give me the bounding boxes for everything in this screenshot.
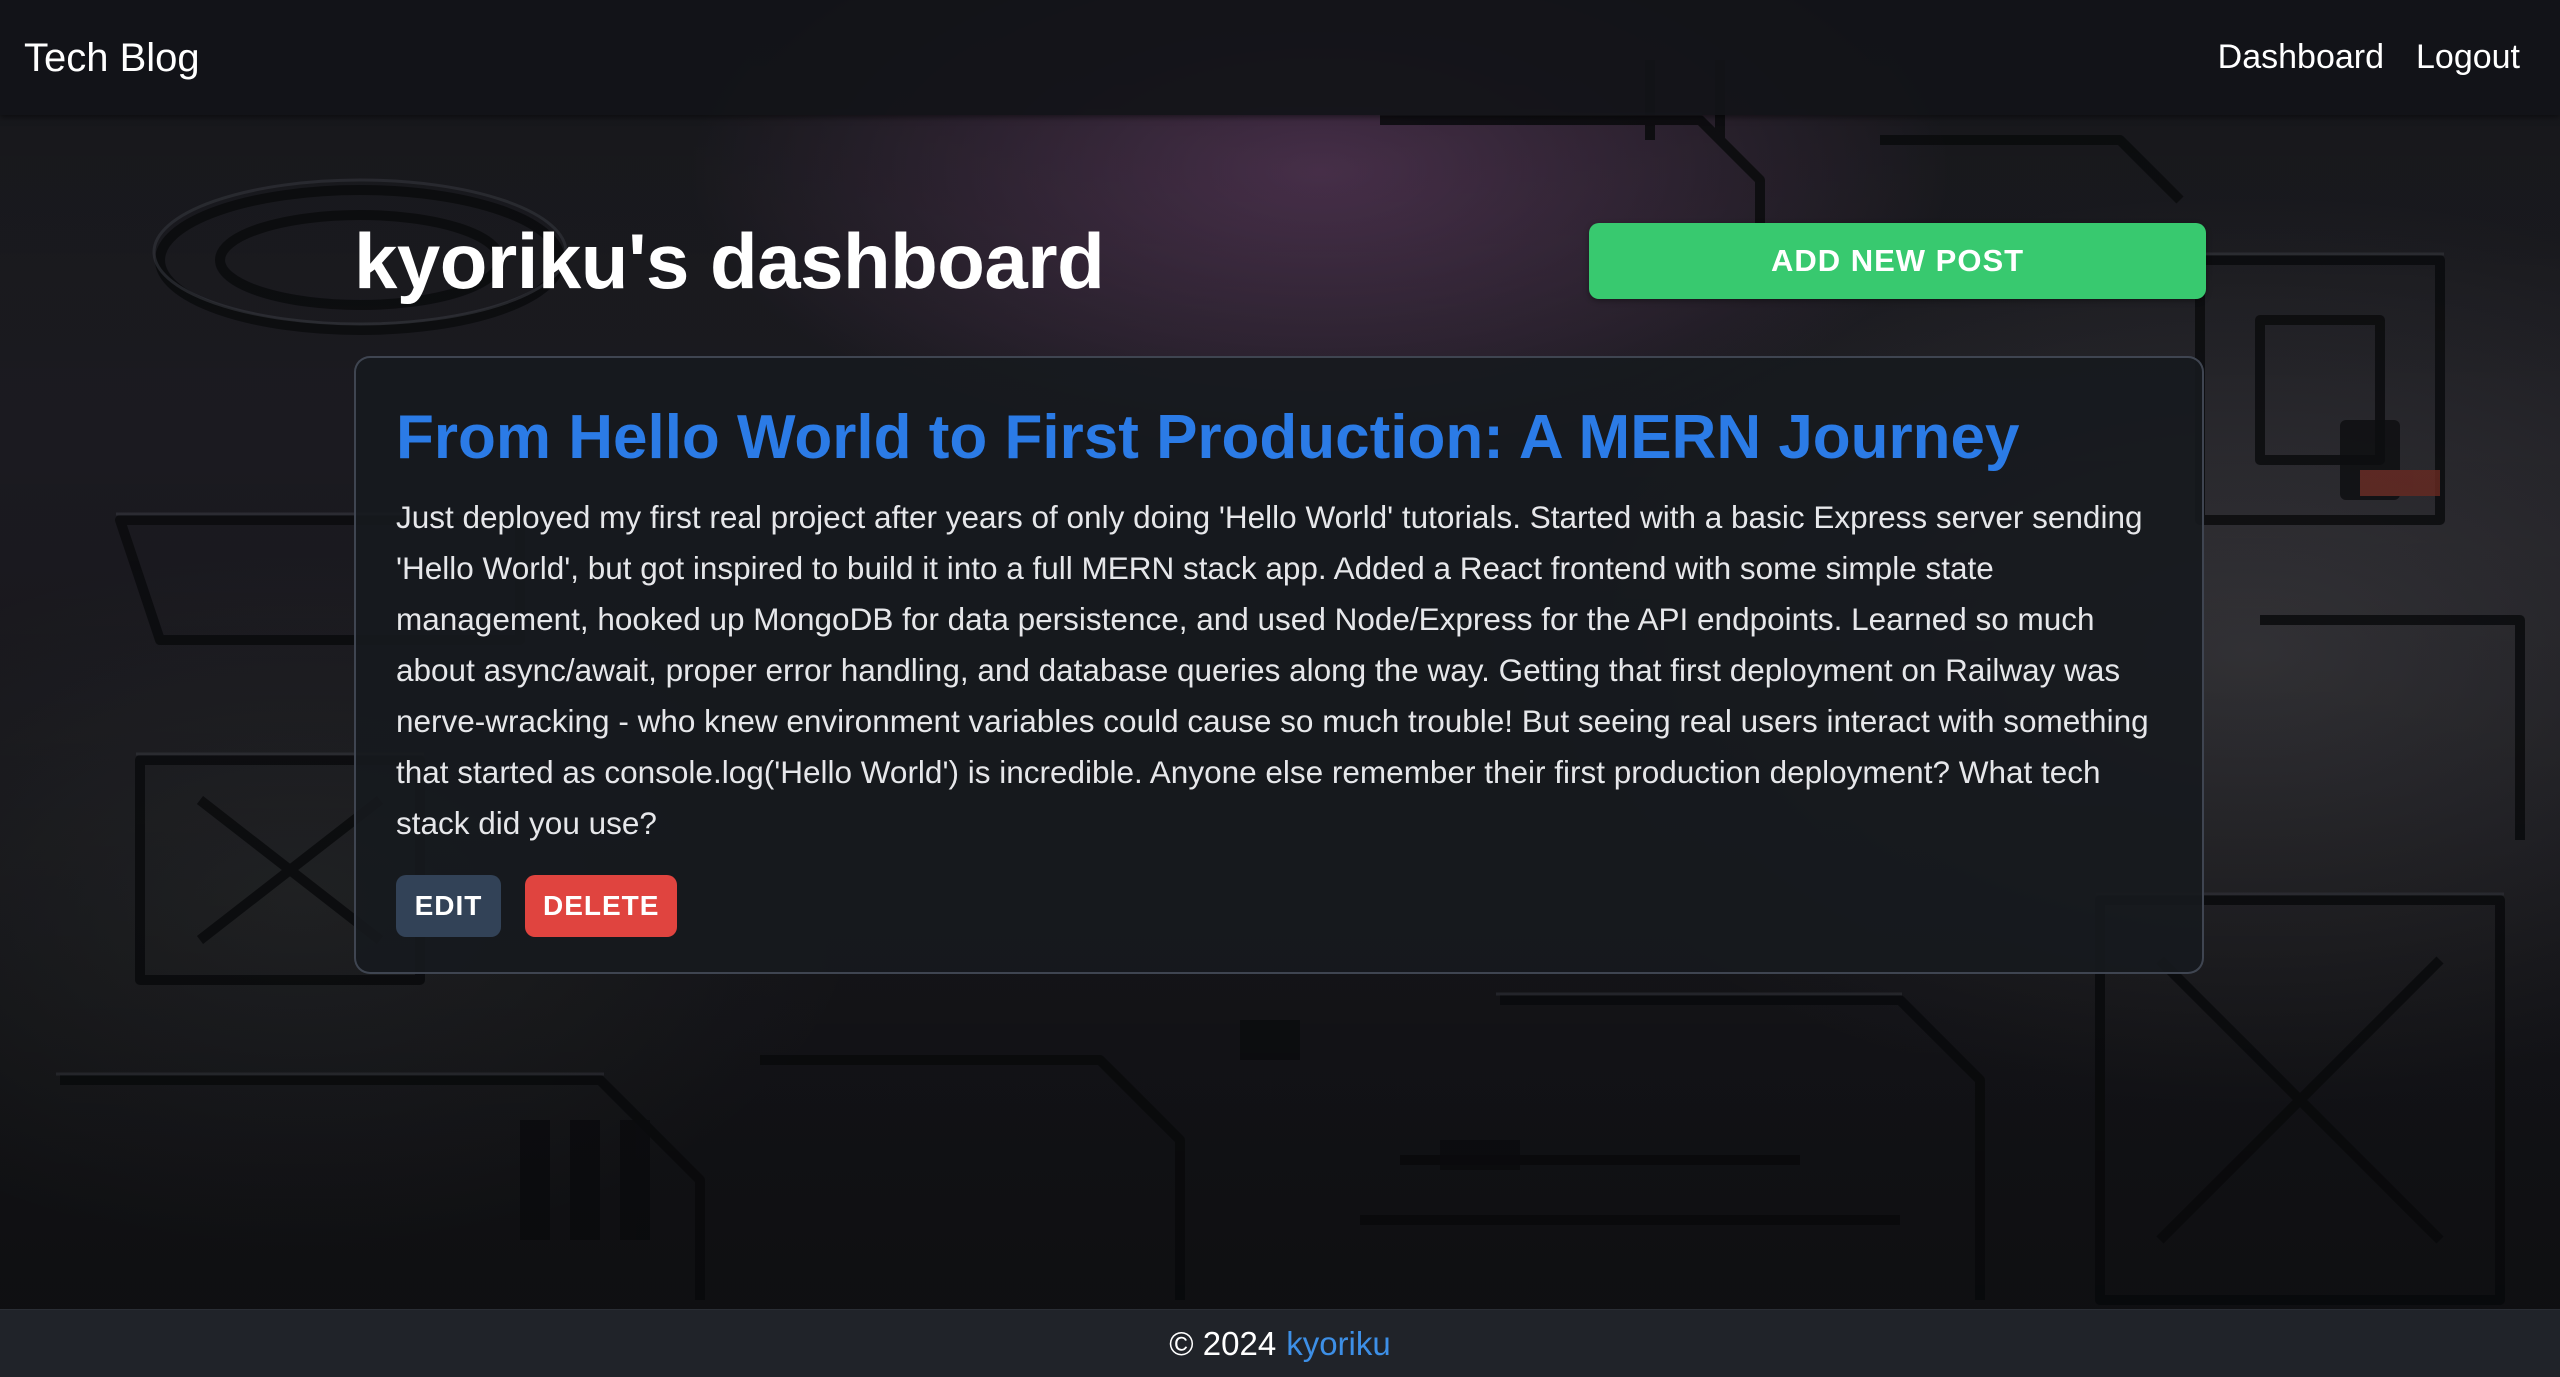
edit-post-button[interactable]: EDIT (396, 875, 501, 937)
brand-link[interactable]: Tech Blog (24, 32, 200, 84)
top-navbar: Tech Blog Dashboard Logout (0, 0, 2560, 115)
nav-link-dashboard[interactable]: Dashboard (2218, 34, 2384, 80)
page-title: kyoriku's dashboard (354, 217, 1105, 305)
nav-link-logout[interactable]: Logout (2416, 34, 2520, 80)
post-card: From Hello World to First Production: A … (354, 356, 2204, 974)
footer: © 2024 kyoriku (0, 1309, 2560, 1377)
post-body: Just deployed my first real project afte… (396, 499, 2149, 841)
nav-links: Dashboard Logout (2218, 34, 2520, 80)
post-actions: EDIT DELETE (396, 875, 2162, 937)
delete-post-button[interactable]: DELETE (525, 875, 677, 937)
dashboard-header: kyoriku's dashboard ADD NEW POST (354, 115, 2206, 355)
footer-copyright: © 2024 (1169, 1324, 1277, 1362)
footer-author-link[interactable]: kyoriku (1286, 1325, 1391, 1363)
add-new-post-button[interactable]: ADD NEW POST (1589, 223, 2206, 299)
post-title-link[interactable]: From Hello World to First Production: A … (396, 398, 2162, 478)
dashboard-main: kyoriku's dashboard ADD NEW POST From He… (354, 115, 2206, 974)
